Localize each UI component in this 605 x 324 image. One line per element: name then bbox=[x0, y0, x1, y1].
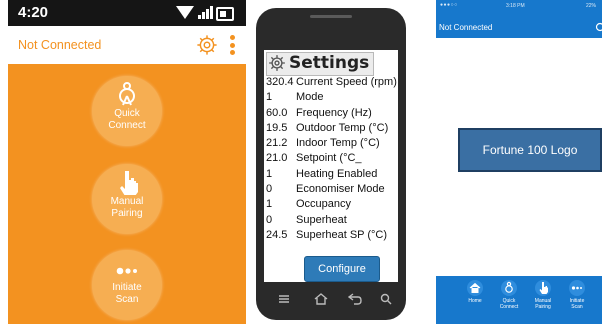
tab-label: Quick Connect bbox=[499, 298, 519, 310]
quick-connect-icon bbox=[501, 280, 517, 296]
setting-value: 24.5 bbox=[266, 228, 288, 241]
tab-label: Home bbox=[468, 298, 482, 304]
setting-label: Superheat bbox=[296, 213, 347, 226]
phone-speaker bbox=[310, 15, 352, 18]
menu-icon[interactable] bbox=[278, 294, 290, 304]
status-icons bbox=[176, 6, 238, 21]
battery-status: 22% bbox=[585, 3, 596, 9]
setting-label: Superheat SP (°C) bbox=[296, 228, 388, 241]
status-time: 3:18 PM bbox=[506, 3, 525, 9]
settings-row: 1 Mode bbox=[266, 90, 398, 105]
status-time: 4:20 bbox=[18, 4, 49, 21]
settings-row: 0 Economiser Mode bbox=[266, 182, 398, 197]
tab-label: Initiate Scan bbox=[569, 298, 585, 310]
settings-row: 1 Occupancy bbox=[266, 197, 398, 212]
signal-icon: ●●●○○ bbox=[440, 2, 458, 8]
manual-pairing-label-1: Manual bbox=[110, 196, 144, 207]
app-header: Not Connected bbox=[436, 12, 602, 38]
settings-row: 24.5 Superheat SP (°C) bbox=[266, 228, 398, 243]
settings-gear-icon[interactable] bbox=[196, 34, 218, 56]
orange-app-screen: 4:20 Not Connected Quick Connect Manual … bbox=[8, 0, 246, 324]
scan-dots-icon bbox=[569, 280, 585, 296]
setting-value: 1 bbox=[266, 198, 273, 211]
setting-label: Current Speed (rpm) bbox=[296, 76, 397, 88]
settings-list: 320.4 Current Speed (rpm) 1 Mode 60.0 Frequ… bbox=[266, 75, 398, 243]
android-nav-bar bbox=[256, 291, 406, 309]
settings-row: 21.0 Setpoint (°C_ bbox=[266, 151, 398, 166]
connection-status: Not Connected bbox=[439, 23, 493, 32]
setting-label: Mode bbox=[296, 91, 324, 104]
setting-value: 1 bbox=[266, 167, 273, 180]
quick-connect-label-1: Quick bbox=[114, 108, 140, 119]
manual-pairing-button[interactable]: Manual Pairing bbox=[92, 164, 162, 234]
setting-label: Economiser Mode bbox=[296, 183, 385, 196]
quick-connect-button[interactable]: Quick Connect bbox=[92, 76, 162, 146]
quick-connect-icon bbox=[119, 82, 135, 106]
signal-icon bbox=[198, 6, 213, 19]
settings-row: 0 Superheat bbox=[266, 213, 398, 228]
settings-row: 320.4 Current Speed (rpm) bbox=[266, 75, 398, 90]
quick-connect-label-2: Connect bbox=[108, 120, 146, 131]
home-icon[interactable] bbox=[314, 293, 328, 305]
settings-gear-icon bbox=[269, 55, 285, 71]
initiate-scan-label-1: Initiate bbox=[112, 282, 142, 293]
setting-label: Occupancy bbox=[296, 198, 352, 211]
setting-label: Outdoor Temp (°C) bbox=[296, 121, 389, 134]
home-icon bbox=[467, 280, 483, 296]
settings-gear-icon[interactable] bbox=[595, 22, 602, 32]
hand-pointer-icon bbox=[120, 171, 138, 195]
page-title: Settings bbox=[289, 53, 370, 73]
fortune-100-logo-placeholder: Fortune 100 Logo bbox=[458, 128, 602, 172]
setting-value: 0 bbox=[266, 213, 273, 226]
overflow-menu-icon[interactable] bbox=[230, 35, 236, 55]
setting-value: 0 bbox=[266, 183, 273, 196]
configure-button[interactable]: Configure bbox=[304, 256, 380, 282]
tab-quick-connect[interactable]: Quick Connect bbox=[492, 280, 526, 310]
tab-manual-pairing[interactable]: Manual Pairing bbox=[526, 280, 560, 310]
search-icon[interactable] bbox=[380, 293, 392, 305]
setting-label: Frequency (Hz) bbox=[296, 106, 372, 119]
status-bar: 4:20 bbox=[8, 0, 246, 26]
settings-row: 21.2 Indoor Temp (°C) bbox=[266, 136, 398, 151]
settings-title-bar: Settings bbox=[266, 52, 374, 76]
scan-dots-icon bbox=[116, 267, 137, 275]
ios-app-screen: ●●●○○ 3:18 PM 22% Not Connected Fortune … bbox=[436, 0, 602, 324]
setting-label: Indoor Temp (°C) bbox=[296, 137, 380, 150]
android-phone: Settings 320.4 Current Speed (rpm) 1 Mode … bbox=[256, 8, 406, 320]
status-bar: ●●●○○ 3:18 PM 22% bbox=[436, 0, 602, 12]
setting-value: 21.2 bbox=[266, 137, 288, 150]
app-header: Not Connected bbox=[8, 26, 246, 64]
setting-value: 21.0 bbox=[266, 152, 288, 165]
hand-pointer-icon bbox=[535, 280, 551, 296]
setting-value: 1 bbox=[266, 91, 273, 104]
initiate-scan-button[interactable]: Initiate Scan bbox=[92, 250, 162, 320]
manual-pairing-label-2: Pairing bbox=[111, 208, 143, 219]
settings-row: 1 Heating Enabled bbox=[266, 167, 398, 182]
settings-screen: Settings 320.4 Current Speed (rpm) 1 Mode … bbox=[264, 50, 398, 282]
connection-status: Not Connected bbox=[18, 38, 102, 52]
battery-icon bbox=[216, 7, 234, 21]
setting-value: 60.0 bbox=[266, 106, 288, 119]
tab-label: Manual Pairing bbox=[534, 298, 552, 310]
setting-value: 19.5 bbox=[266, 121, 288, 134]
initiate-scan-label-2: Scan bbox=[115, 294, 139, 305]
setting-label: Heating Enabled bbox=[296, 167, 378, 180]
tab-home[interactable]: Home bbox=[458, 280, 492, 304]
settings-row: 19.5 Outdoor Temp (°C) bbox=[266, 121, 398, 136]
setting-value: 320.4 bbox=[266, 76, 294, 88]
wifi-icon bbox=[176, 6, 194, 19]
setting-label: Setpoint (°C_ bbox=[296, 152, 362, 165]
tab-bar: Home Quick Connect Manual Pairing Initiate… bbox=[436, 276, 602, 324]
settings-row: 60.0 Frequency (Hz) bbox=[266, 106, 398, 121]
tab-initiate-scan[interactable]: Initiate Scan bbox=[560, 280, 594, 310]
back-icon[interactable] bbox=[348, 293, 362, 305]
